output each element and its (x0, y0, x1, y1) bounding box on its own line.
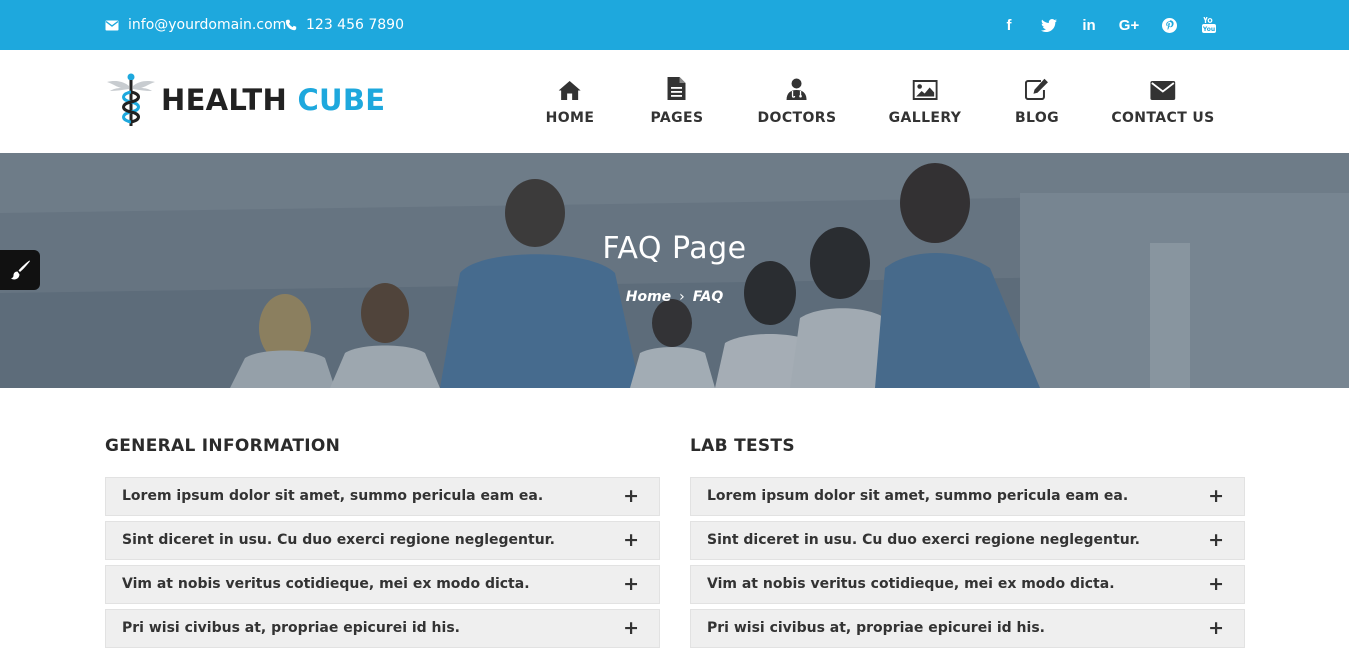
plus-icon[interactable]: + (623, 522, 639, 559)
linkedin-icon[interactable]: in (1069, 0, 1109, 50)
faq-question: Vim at nobis veritus cotidieque, mei ex … (707, 576, 1115, 592)
faq-question: Lorem ipsum dolor sit amet, summo pericu… (122, 488, 544, 504)
faq-question: Lorem ipsum dolor sit amet, summo pericu… (707, 488, 1129, 504)
faq-item[interactable]: Vim at nobis veritus cotidieque, mei ex … (690, 565, 1245, 604)
breadcrumb-separator: › (679, 289, 685, 305)
plus-icon[interactable]: + (623, 566, 639, 603)
contact-phone[interactable]: 123 456 7890 (285, 0, 404, 50)
nav-item-blog[interactable]: BLOG (1015, 70, 1059, 140)
main-nav: HOME PAGES DOCTORS GALLERY BLOG CONTACT … (0, 70, 1349, 140)
faq-item[interactable]: Vim at nobis veritus cotidieque, mei ex … (105, 565, 660, 604)
nav-label: BLOG (1014, 110, 1060, 126)
phone-icon (285, 19, 297, 31)
style-switcher-button[interactable] (0, 250, 40, 290)
svg-text:You: You (1202, 26, 1215, 33)
facebook-icon[interactable]: f (989, 0, 1029, 50)
faq-section-general-information: GENERAL INFORMATION Lorem ipsum dolor si… (105, 436, 660, 653)
page-title: FAQ Page (602, 231, 747, 266)
file-icon (667, 77, 686, 100)
section-title: LAB TESTS (690, 436, 795, 456)
plus-icon[interactable]: + (623, 478, 639, 515)
faq-question: Pri wisi civibus at, propriae epicurei i… (707, 620, 1045, 636)
envelope-icon (105, 20, 119, 30)
faq-list: Lorem ipsum dolor sit amet, summo pericu… (690, 477, 1245, 648)
user-md-icon (786, 78, 807, 100)
faq-item[interactable]: Pri wisi civibus at, propriae epicurei i… (690, 609, 1245, 648)
plus-icon[interactable]: + (623, 610, 639, 647)
nav-label: DOCTORS (757, 110, 837, 126)
faq-item[interactable]: Lorem ipsum dolor sit amet, summo pericu… (690, 477, 1245, 516)
paint-brush-icon (11, 260, 30, 280)
plus-icon[interactable]: + (1208, 610, 1224, 647)
faq-item[interactable]: Pri wisi civibus at, propriae epicurei i… (105, 609, 660, 648)
page-hero-banner: FAQ Page Home › FAQ (0, 153, 1349, 388)
nav-item-pages[interactable]: PAGES (651, 70, 704, 140)
social-links: f in G+ You (989, 0, 1229, 50)
nav-item-contact-us[interactable]: CONTACT US (1111, 70, 1214, 140)
nav-item-home[interactable]: HOME (546, 70, 595, 140)
nav-item-doctors[interactable]: DOCTORS (758, 70, 837, 140)
breadcrumb: Home › FAQ (0, 289, 1349, 305)
google-plus-icon[interactable]: G+ (1109, 0, 1149, 50)
breadcrumb-current: FAQ (692, 289, 724, 305)
faq-item[interactable]: Lorem ipsum dolor sit amet, summo pericu… (105, 477, 660, 516)
top-bar: info@yourdomain.com 123 456 7890 f in G+… (0, 0, 1349, 50)
nav-item-gallery[interactable]: GALLERY (889, 70, 962, 140)
envelope-icon (1150, 81, 1176, 100)
section-title: GENERAL INFORMATION (105, 436, 341, 456)
image-icon (912, 80, 938, 100)
site-header: HEALTH CUBE HOME PAGES DOCTORS GALLERY B… (0, 50, 1349, 153)
faq-item[interactable]: Sint diceret in usu. Cu duo exerci regio… (105, 521, 660, 560)
contact-email[interactable]: info@yourdomain.com (105, 0, 286, 50)
plus-icon[interactable]: + (1208, 566, 1224, 603)
nav-label: CONTACT US (1111, 110, 1215, 126)
phone-text: 123 456 7890 (306, 17, 404, 33)
plus-icon[interactable]: + (1208, 522, 1224, 559)
faq-question: Sint diceret in usu. Cu duo exerci regio… (122, 532, 555, 548)
faq-question: Pri wisi civibus at, propriae epicurei i… (122, 620, 460, 636)
youtube-icon[interactable]: You (1189, 0, 1229, 50)
plus-icon[interactable]: + (1208, 478, 1224, 515)
nav-label: GALLERY (888, 110, 962, 126)
pinterest-icon[interactable] (1149, 0, 1189, 50)
nav-label: PAGES (650, 110, 704, 126)
faq-list: Lorem ipsum dolor sit amet, summo pericu… (105, 477, 660, 648)
home-icon (559, 81, 581, 100)
email-text: info@yourdomain.com (128, 17, 287, 33)
faq-question: Sint diceret in usu. Cu duo exerci regio… (707, 532, 1140, 548)
breadcrumb-home-link[interactable]: Home (626, 289, 671, 305)
edit-icon (1025, 78, 1048, 100)
faq-section-lab-tests: LAB TESTS Lorem ipsum dolor sit amet, su… (690, 436, 1245, 653)
faq-item[interactable]: Sint diceret in usu. Cu duo exerci regio… (690, 521, 1245, 560)
nav-label: HOME (545, 110, 595, 126)
faq-question: Vim at nobis veritus cotidieque, mei ex … (122, 576, 530, 592)
twitter-icon[interactable] (1029, 0, 1069, 50)
